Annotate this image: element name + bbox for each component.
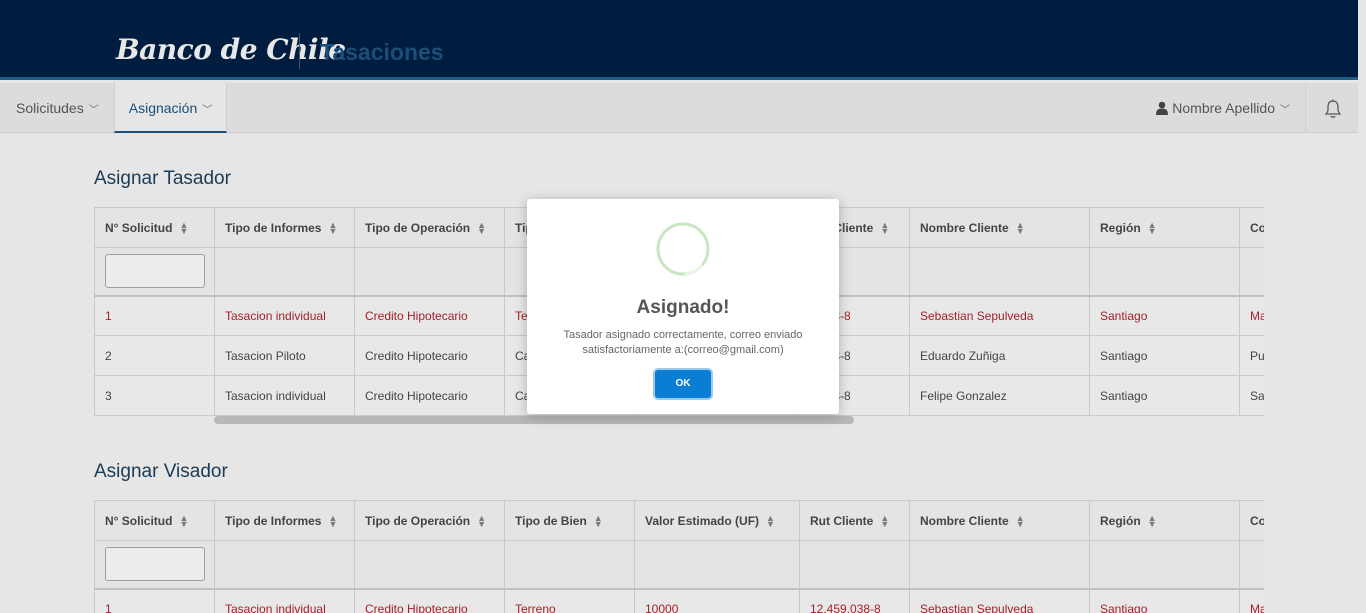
page: Banco de Chile Tasaciones Solicitudes ﹀ A… — [0, 0, 1366, 613]
dialog-message: Tasador asignado correctamente, correo e… — [563, 329, 803, 356]
ok-button[interactable]: OK — [655, 370, 711, 398]
success-dialog: Asignado! Tasador asignado correctamente… — [527, 199, 839, 414]
dialog-title: Asignado! — [636, 297, 730, 318]
success-ring-icon — [656, 222, 710, 276]
